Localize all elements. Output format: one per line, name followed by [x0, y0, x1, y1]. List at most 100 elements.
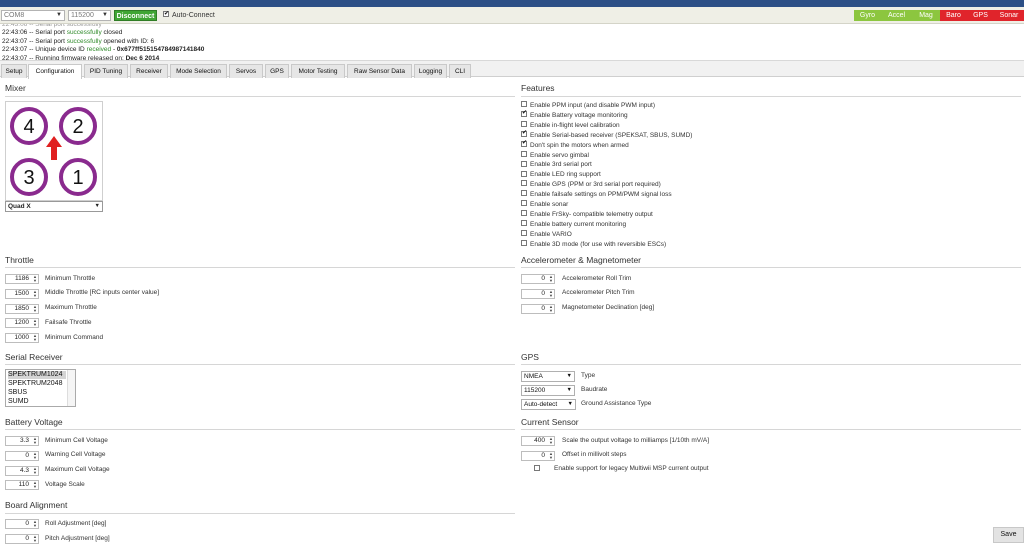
legacy-msp-toggle[interactable]: Enable support for legacy Multiwii MSP c… [534, 464, 709, 473]
spinner-arrows-icon[interactable]: ▲ ▼ [33, 275, 37, 283]
spinner-arrows-icon[interactable]: ▲ ▼ [33, 437, 37, 445]
accel-value-input[interactable]: 0 ▲ ▼ [521, 274, 555, 284]
throttle-value-input[interactable]: 1850 ▲ ▼ [5, 303, 39, 314]
spinner-arrows-icon[interactable]: ▲ ▼ [33, 466, 37, 475]
battery-value-input[interactable]: 4.3 ▲ ▼ [5, 465, 39, 476]
spinner-arrows-icon[interactable]: ▲ ▼ [33, 289, 37, 298]
feature-label: Enable Battery voltage monitoring [530, 111, 628, 119]
feature-checkbox[interactable] [521, 220, 527, 227]
autoconnect-checkbox[interactable] [163, 9, 169, 20]
spinner-arrows-icon[interactable]: ▲ ▼ [549, 437, 553, 445]
tab-setup[interactable]: Setup [1, 64, 27, 78]
scrollbar[interactable] [67, 370, 75, 406]
feature-item[interactable]: Enable in-flight level calibration [521, 121, 620, 130]
save-button[interactable]: Save [993, 527, 1024, 543]
spinner-arrows-icon[interactable]: ▲ ▼ [549, 451, 553, 460]
tab-gps[interactable]: GPS [265, 64, 289, 78]
battery-value: 4.3 [19, 466, 29, 474]
tab-servos[interactable]: Servos [229, 64, 263, 78]
spinner-arrows-icon[interactable]: ▲ ▼ [33, 520, 37, 528]
current-value-input[interactable]: 0 ▲ ▼ [521, 450, 555, 461]
feature-item[interactable]: Enable VARIO [521, 229, 572, 239]
tab-logging[interactable]: Logging [414, 64, 447, 78]
mixer-select-value: Quad X [8, 203, 31, 210]
board-value: 0 [25, 535, 29, 542]
feature-item[interactable]: Enable LED ring support [521, 170, 601, 179]
current-value-input[interactable]: 400 ▲ ▼ [521, 436, 555, 446]
gps-select[interactable]: Auto-detect ▼ [521, 399, 576, 410]
feature-item[interactable]: Enable Serial-based receiver (SPEKSAT, S… [521, 129, 692, 140]
feature-item[interactable]: Enable servo gimbal [521, 150, 589, 160]
feature-checkbox[interactable] [521, 170, 527, 177]
spinner-arrows-icon[interactable]: ▲ ▼ [549, 275, 553, 283]
feature-item[interactable]: Enable 3D mode (for use with reversible … [521, 239, 666, 249]
tab-configuration[interactable]: Configuration [28, 64, 82, 79]
feature-checkbox[interactable] [521, 160, 527, 167]
feature-item[interactable]: Enable Battery voltage monitoring [521, 109, 628, 120]
serial-receiver-list[interactable]: SPEKTRUM1024 SPEKTRUM2048 SBUS SUMD [5, 369, 76, 407]
throttle-value-input[interactable]: 1000 ▲ ▼ [5, 333, 39, 344]
tab-raw-sensor-data[interactable]: Raw Sensor Data [347, 64, 412, 78]
tab-motor-testing[interactable]: Motor Testing [291, 64, 345, 78]
tab-mode-selection[interactable]: Mode Selection [170, 64, 227, 78]
log-text: -- Serial port [27, 29, 67, 36]
feature-checkbox[interactable] [521, 150, 527, 157]
throttle-value-input[interactable]: 1186 ▲ ▼ [5, 274, 39, 284]
spinner-arrows-icon[interactable]: ▲ ▼ [549, 289, 553, 298]
feature-checkbox[interactable] [521, 229, 527, 236]
port-select-value: COM8 [4, 12, 25, 19]
board-value-input[interactable]: 0 ▲ ▼ [5, 534, 39, 544]
serial-receiver-option[interactable]: SUMD [8, 398, 29, 406]
legacy-msp-checkbox[interactable] [534, 465, 540, 471]
serial-receiver-option[interactable]: SPEKTRUM1024 [8, 371, 66, 379]
feature-checkbox[interactable] [521, 121, 527, 128]
feature-item[interactable]: Enable FrSky- compatible telemetry outpu… [521, 210, 653, 219]
battery-value-input[interactable]: 110 ▲ ▼ [5, 480, 39, 491]
feature-checkbox[interactable] [521, 239, 527, 246]
feature-item[interactable]: Enable sonar [521, 200, 568, 209]
board-label: Roll Adjustment [deg] [45, 519, 107, 527]
throttle-value-input[interactable]: 1500 ▲ ▼ [5, 288, 39, 299]
spinner-arrows-icon[interactable]: ▲ ▼ [33, 451, 37, 460]
log-bold-value: 0x677ff515154784987141840 [116, 46, 205, 53]
spinner-arrows-icon[interactable]: ▲ ▼ [33, 481, 37, 489]
disconnect-button[interactable]: Disconnect [114, 10, 157, 21]
accel-title: Accelerometer & Magnetometer [521, 255, 641, 265]
tab-pid-tuning[interactable]: PID Tuning [84, 64, 128, 78]
battery-value-input[interactable]: 0 ▲ ▼ [5, 450, 39, 461]
spinner-arrows-icon[interactable]: ▲ ▼ [549, 304, 553, 313]
spinner-arrows-icon[interactable]: ▲ ▼ [33, 334, 37, 342]
feature-checkbox[interactable] [521, 180, 527, 187]
tab-cli[interactable]: CLI [449, 64, 471, 78]
battery-value-input[interactable]: 3.3 ▲ ▼ [5, 436, 39, 446]
feature-item[interactable]: Don't spin the motors when armed [521, 139, 629, 150]
feature-item[interactable]: Enable failsafe settings on PPM/PWM sign… [521, 190, 672, 199]
feature-item[interactable]: Enable battery current monitoring [521, 220, 626, 229]
feature-checkbox[interactable] [521, 109, 527, 118]
accel-value-input[interactable]: 0 ▲ ▼ [521, 288, 555, 299]
spinner-arrows-icon[interactable]: ▲ ▼ [33, 535, 37, 543]
mixer-select[interactable]: Quad X ▼ [5, 201, 103, 212]
feature-item[interactable]: Enable 3rd serial port [521, 160, 592, 169]
gps-select[interactable]: 115200 ▼ [521, 385, 575, 396]
spinner-arrows-icon[interactable]: ▲ ▼ [33, 304, 37, 313]
feature-checkbox[interactable] [521, 210, 527, 217]
baud-select[interactable]: 115200 ▼ [68, 10, 111, 21]
throttle-value-input[interactable]: 1200 ▲ ▼ [5, 318, 39, 329]
feature-item[interactable]: Enable PPM input (and disable PWM input) [521, 101, 655, 110]
spinner-arrows-icon[interactable]: ▲ ▼ [33, 319, 37, 327]
accel-value-input[interactable]: 0 ▲ ▼ [521, 303, 555, 314]
serial-receiver-option[interactable]: SPEKTRUM2048 [8, 380, 62, 388]
feature-checkbox[interactable] [521, 101, 527, 108]
port-select[interactable]: COM8 ▼ [1, 10, 65, 21]
feature-checkbox[interactable] [521, 139, 527, 148]
feature-item[interactable]: Enable GPS (PPM or 3rd serial port requi… [521, 180, 661, 189]
autoconnect-toggle[interactable]: Auto-Connect [163, 9, 215, 21]
feature-checkbox[interactable] [521, 190, 527, 197]
gps-select[interactable]: NMEA ▼ [521, 371, 575, 382]
feature-checkbox[interactable] [521, 200, 527, 207]
tab-receiver[interactable]: Receiver [130, 64, 168, 78]
board-value-input[interactable]: 0 ▲ ▼ [5, 519, 39, 529]
serial-receiver-option[interactable]: SBUS [8, 389, 27, 397]
feature-checkbox[interactable] [521, 129, 527, 138]
